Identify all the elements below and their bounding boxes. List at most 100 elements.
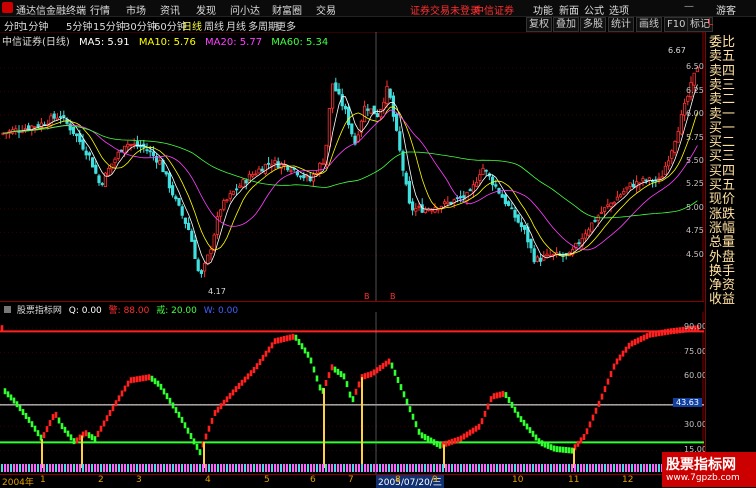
indicator-bar <box>15 401 19 408</box>
candle-body <box>286 165 290 171</box>
volume-stripe <box>22 464 24 472</box>
candle-body <box>97 175 101 184</box>
volume-stripe <box>271 464 273 472</box>
indicator-bar <box>636 337 640 344</box>
menu-item-discover[interactable]: 发现 <box>196 2 216 17</box>
panel-label-17: 净资 <box>709 278 736 294</box>
indicator-bar <box>651 331 655 338</box>
indicator-bar <box>384 360 388 367</box>
menu-guest[interactable]: 游客 <box>716 2 736 17</box>
indicator-bar <box>228 392 232 399</box>
menu-options[interactable]: 选项 <box>609 2 629 17</box>
button-f10[interactable]: F10 <box>664 17 689 32</box>
volume-stripe <box>547 464 549 472</box>
button-overlay[interactable]: 叠加 <box>553 17 579 32</box>
volume-stripe <box>469 464 471 472</box>
volume-stripe <box>79 464 81 472</box>
candle-body <box>513 209 517 218</box>
tab-period-15min[interactable]: 15分钟 <box>93 18 126 33</box>
indicator-bar <box>369 371 373 378</box>
button-adjust[interactable]: 复权 <box>526 17 552 32</box>
candle-body <box>404 172 408 185</box>
volume-stripe <box>235 464 237 472</box>
menu-item-market[interactable]: 行情 <box>90 2 110 17</box>
candlestick-chart[interactable] <box>0 32 704 302</box>
button-stats[interactable]: 统计 <box>608 17 634 32</box>
tab-period-weekly[interactable]: 周线 <box>204 18 224 33</box>
indicator-bar <box>438 442 442 449</box>
candle-body <box>356 134 360 142</box>
tab-period-daily[interactable]: 日线 <box>182 18 202 33</box>
indicator-bar <box>159 383 163 390</box>
tab-period-5min[interactable]: 5分钟 <box>66 18 92 33</box>
indicator-bar <box>534 434 538 441</box>
volume-stripe <box>220 464 222 472</box>
volume-stripe <box>457 464 459 472</box>
indicator-bar <box>378 365 382 372</box>
indicator-bar <box>375 367 379 374</box>
menu-item-news[interactable]: 资讯 <box>160 2 180 17</box>
tab-period-1min[interactable]: 1分钟 <box>22 18 48 33</box>
volume-stripe <box>427 464 429 472</box>
indicator-bar <box>477 423 481 430</box>
volume-stripe <box>409 464 411 472</box>
menu-formula[interactable]: 公式 <box>584 2 604 17</box>
volume-stripe <box>478 464 480 472</box>
candle-body <box>116 151 120 159</box>
indicator-bar <box>618 354 622 361</box>
volume-stripe <box>343 464 345 472</box>
indicator-bar <box>306 351 310 358</box>
volume-stripe <box>610 464 612 472</box>
volume-stripe <box>334 464 336 472</box>
indicator-bar <box>447 439 451 446</box>
volume-stripe <box>100 464 102 472</box>
tab-period-timeshare[interactable]: 分时 <box>4 18 24 33</box>
indicator-bar <box>294 334 298 341</box>
quote-side-panel: L 委比 卖五 卖四 卖三 卖二 卖一 买一 买二 买三 买四 买五 现价 涨跌 涨幅 总量 外盘 换手 净资 收益… <box>705 18 756 368</box>
button-multi-stock[interactable]: 多股 <box>580 17 606 32</box>
indicator-axis-label: 90.00 <box>684 322 707 332</box>
volume-stripe <box>601 464 603 472</box>
tab-period-monthly[interactable]: 月线 <box>226 18 246 33</box>
menu-item-markets[interactable]: 市场 <box>126 2 146 17</box>
indicator-bar <box>474 425 478 432</box>
menu-new[interactable]: 新面 <box>559 2 579 17</box>
candle-body <box>183 217 187 224</box>
volume-stripe <box>376 464 378 472</box>
indicator-bar <box>345 381 349 388</box>
indicator-chart[interactable] <box>0 312 704 474</box>
menu-function[interactable]: 功能 <box>533 2 553 17</box>
indicator-bar <box>168 397 172 404</box>
indicator-bar <box>78 434 82 441</box>
indicator-bar <box>51 414 55 421</box>
tab-period-multi[interactable]: 多周期 <box>248 18 278 33</box>
candle-body <box>606 204 610 207</box>
tab-period-more[interactable]: 更多 <box>276 18 296 33</box>
candle-body <box>244 180 248 184</box>
volume-stripe <box>388 464 390 472</box>
menu-item-wealth[interactable]: 财富圈 <box>272 2 302 17</box>
menu-item-wenxiaoda[interactable]: 问小达 <box>230 2 260 17</box>
candle-body <box>641 178 645 182</box>
indicator-axis-label: 60.00 <box>684 371 707 381</box>
indicator-bar <box>672 327 676 334</box>
volume-stripe <box>241 464 243 472</box>
volume-stripe <box>277 464 279 472</box>
indicator-bar <box>510 401 514 408</box>
login-status[interactable]: 证券交易未登录 <box>410 2 480 17</box>
volume-stripe <box>385 464 387 472</box>
candle-body <box>519 222 524 228</box>
tab-period-30min[interactable]: 30分钟 <box>124 18 157 33</box>
volume-stripe <box>484 464 486 472</box>
button-draw[interactable]: 画线 <box>636 17 662 32</box>
candle-body <box>337 88 341 95</box>
volume-stripe <box>142 464 144 472</box>
candle-body <box>446 201 450 205</box>
minimize-icon[interactable]: — <box>684 1 694 12</box>
menu-item-trade[interactable]: 交易 <box>316 2 336 17</box>
indicator-bar <box>183 422 187 429</box>
indicator-bar <box>243 376 247 383</box>
indicator-bar <box>366 372 370 379</box>
panel-label-7: 买二 <box>709 135 736 151</box>
volume-stripe <box>325 464 327 472</box>
